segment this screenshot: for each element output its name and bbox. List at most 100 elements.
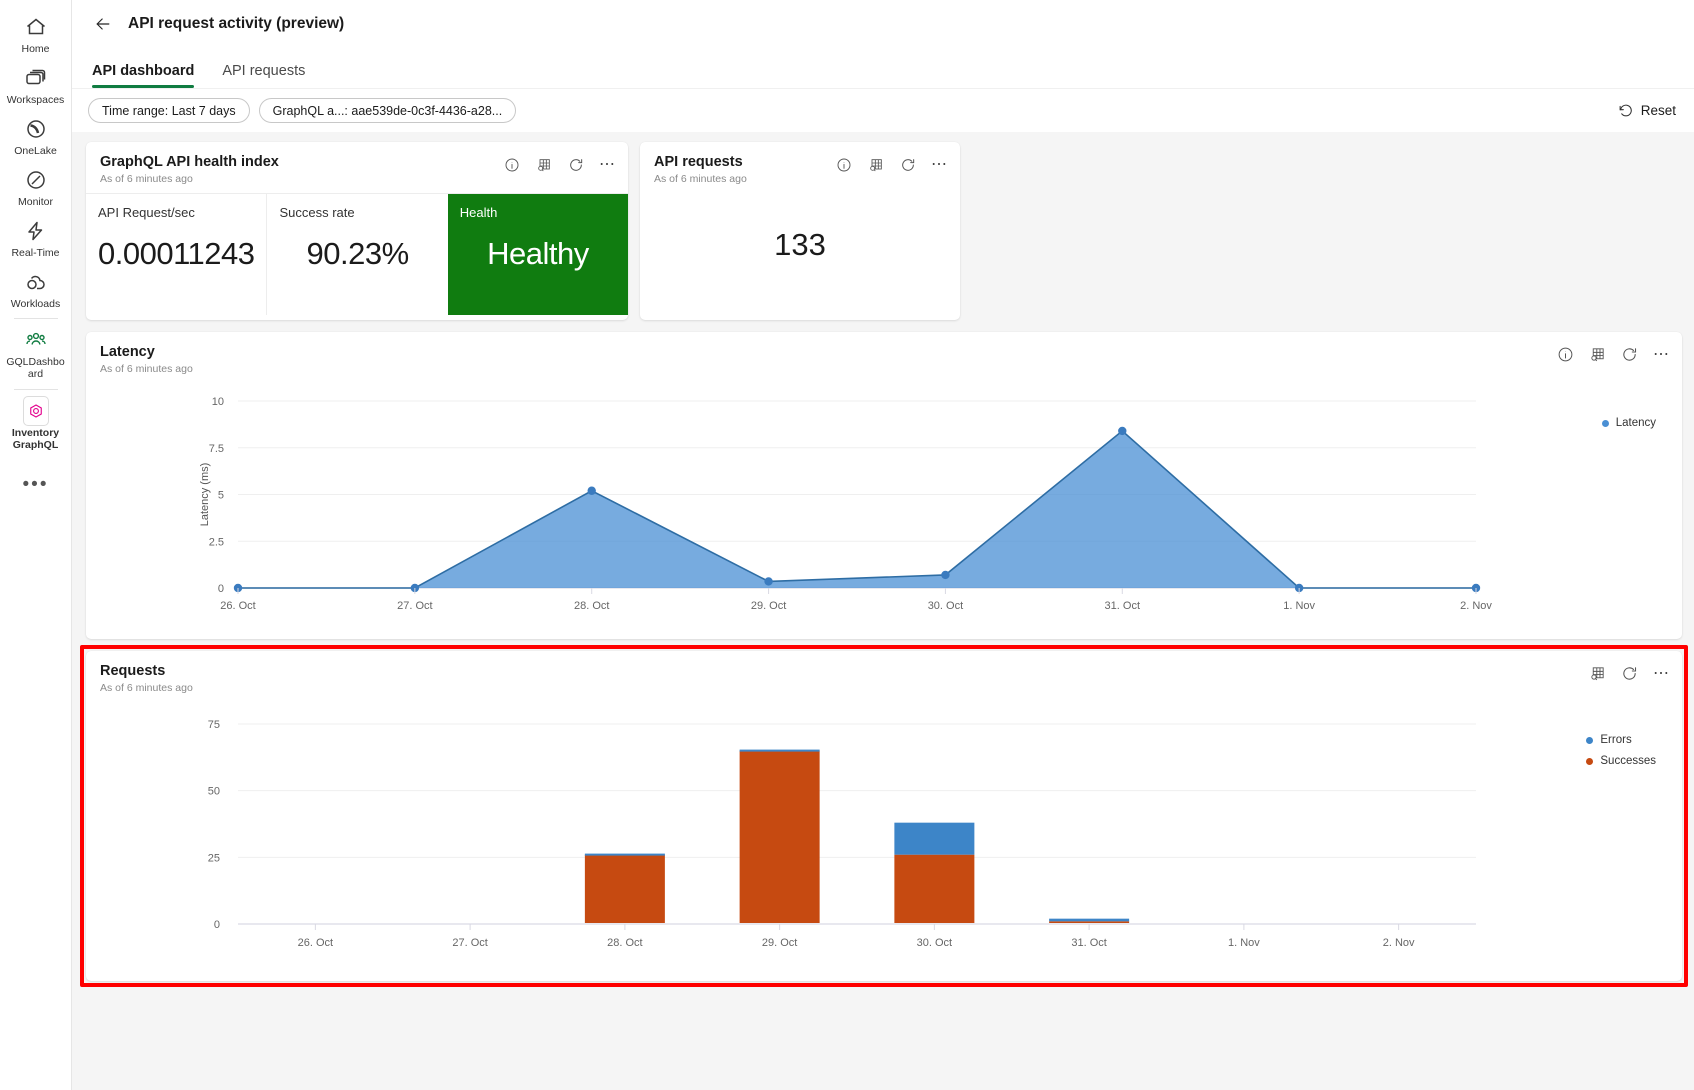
card-graphql-api-health-index: GraphQL API health index As of 6 minutes… [86, 142, 629, 320]
kpi-label: Success rate [279, 205, 355, 221]
x-axis-tick-label: 29. Oct [762, 937, 797, 949]
latency-area [238, 431, 1476, 589]
bar-segment-successes[interactable] [894, 854, 975, 925]
legend-color-swatch [1586, 736, 1594, 744]
bar-segment-errors[interactable] [739, 749, 820, 752]
card-latency: Latency As of 6 minutes ago ⋯ 0 2.5 5 7.… [86, 332, 1682, 639]
reset-icon [1618, 103, 1634, 119]
legend-label: Errors [1600, 734, 1632, 747]
legend-color-swatch [1586, 757, 1594, 765]
legend-item[interactable]: Errors [1586, 734, 1656, 746]
tab-api-requests[interactable]: API requests [222, 63, 305, 88]
table-icon[interactable] [1589, 346, 1606, 363]
bar-segment-successes[interactable] [739, 750, 820, 925]
sidebar-item-home[interactable]: Home [2, 8, 70, 59]
refresh-icon[interactable] [1621, 346, 1638, 363]
filter-pills: Time range: Last 7 days GraphQL a...: aa… [88, 98, 517, 123]
card-title: API requests [654, 154, 743, 170]
legend-item[interactable]: Successes [1586, 755, 1656, 767]
filter-pill-label: Time range: Last 7 days [102, 103, 236, 118]
page-title: API request activity (preview) [128, 15, 345, 32]
card-requests: Requests As of 6 minutes ago ⋯ 0 25 50 7… [86, 651, 1682, 981]
card-title-block: Requests As of 6 minutes ago [100, 662, 193, 694]
api-requests-count: 133 [774, 227, 826, 263]
onelake-icon [23, 116, 49, 142]
sidebar-item-real-time[interactable]: Real-Time [2, 212, 70, 263]
dashboard-content: GraphQL API health index As of 6 minutes… [72, 132, 1694, 987]
kpi-label: Health [459, 205, 498, 221]
workloads-icon [23, 269, 49, 295]
back-arrow-icon[interactable] [90, 11, 116, 37]
filter-pill-time-range[interactable]: Time range: Last 7 days [88, 98, 250, 123]
tab-api-dashboard[interactable]: API dashboard [92, 63, 195, 88]
card-subtitle: As of 6 minutes ago [100, 682, 193, 695]
sidebar-item-workspaces[interactable]: Workspaces [2, 59, 70, 110]
bar-segment-successes[interactable] [584, 854, 665, 925]
requests-card-highlight: Requests As of 6 minutes ago ⋯ 0 25 50 7… [80, 645, 1688, 987]
sidebar-item-label: Real-Time [11, 247, 60, 260]
card-header: API requests As of 6 minutes ago ⋯ [640, 142, 960, 193]
x-axis-tick-label: 27. Oct [452, 937, 487, 949]
more-icon[interactable]: ⋯ [1653, 346, 1670, 363]
data-point[interactable] [587, 486, 596, 496]
table-icon[interactable] [867, 156, 884, 173]
reset-label: Reset [1640, 103, 1676, 118]
sidebar-item-label: Workloads [10, 298, 61, 311]
y-axis-tick-label: 0 [214, 919, 220, 931]
y-axis-tick-label: 0 [218, 583, 224, 595]
filter-pill-label: GraphQL a...: aae539de-0c3f-4436-a28... [272, 103, 503, 118]
card-api-requests: API requests As of 6 minutes ago ⋯ 133 [640, 142, 960, 320]
x-axis-tick-label: 30. Oct [917, 937, 952, 949]
filter-pill-graphql-api[interactable]: GraphQL a...: aae539de-0c3f-4436-a28... [258, 98, 517, 123]
bar-segment-errors[interactable] [1049, 918, 1130, 922]
y-axis-tick-label: 75 [208, 719, 220, 731]
card-toolbar: ⋯ [1589, 662, 1670, 682]
more-icon[interactable]: ⋯ [931, 156, 948, 173]
bar-segment-errors[interactable] [894, 822, 975, 855]
sidebar-item-onelake[interactable]: OneLake [2, 110, 70, 161]
real-time-icon [23, 218, 49, 244]
data-point[interactable] [1118, 426, 1127, 436]
sidebar-more-button[interactable]: ••• [2, 469, 70, 498]
main-area: API request activity (preview) API dashb… [72, 0, 1694, 1090]
x-axis-tick-label: 2. Nov [1383, 937, 1415, 949]
y-axis-tick-label: 7.5 [209, 443, 224, 455]
card-title-block: GraphQL API health index As of 6 minutes… [100, 153, 279, 185]
x-axis-tick-label: 26. Oct [298, 937, 333, 949]
x-axis-tick-label: 28. Oct [574, 600, 609, 612]
refresh-icon[interactable] [899, 156, 916, 173]
status-badge: Healthy [487, 236, 589, 272]
table-icon[interactable] [1589, 665, 1606, 682]
info-icon[interactable] [503, 156, 520, 173]
bar-segment-errors[interactable] [584, 853, 665, 856]
y-axis-tick-label: 5 [218, 490, 224, 502]
more-icon[interactable]: ⋯ [599, 156, 616, 173]
sidebar-item-gqldashboard[interactable]: GQLDashboard [2, 321, 70, 384]
refresh-icon[interactable] [1621, 665, 1638, 682]
sidebar-item-workloads[interactable]: Workloads [2, 263, 70, 314]
table-icon[interactable] [535, 156, 552, 173]
kpi-success-rate: Success rate 90.23% [266, 194, 447, 316]
card-title: Latency [100, 344, 155, 360]
x-axis-tick-label: 31. Oct [1105, 600, 1140, 612]
x-axis-tick-label: 29. Oct [751, 600, 786, 612]
data-point[interactable] [941, 570, 950, 580]
latency-plot: 0 2.5 5 7.5 10 Latency (ms) 26. Oct 27. Oct 28. … [86, 383, 1682, 633]
card-title-block: Latency As of 6 minutes ago [100, 343, 193, 375]
monitor-icon [23, 167, 49, 193]
legend-item[interactable]: Latency [1601, 417, 1656, 429]
reset-button[interactable]: Reset [1618, 103, 1676, 119]
rail-divider [13, 388, 58, 390]
data-point[interactable] [764, 577, 773, 586]
sidebar-item-inventory-graphql[interactable]: Inventory GraphQL [2, 392, 70, 455]
info-icon[interactable] [1557, 346, 1574, 363]
workspaces-icon [23, 65, 49, 91]
people-icon [23, 327, 49, 353]
x-axis-tick-label: 26. Oct [220, 600, 255, 612]
home-icon [23, 14, 49, 40]
x-axis-tick-label: 27. Oct [397, 600, 432, 612]
sidebar-item-monitor[interactable]: Monitor [2, 161, 70, 212]
refresh-icon[interactable] [567, 156, 584, 173]
more-icon[interactable]: ⋯ [1653, 665, 1670, 682]
info-icon[interactable] [835, 156, 852, 173]
